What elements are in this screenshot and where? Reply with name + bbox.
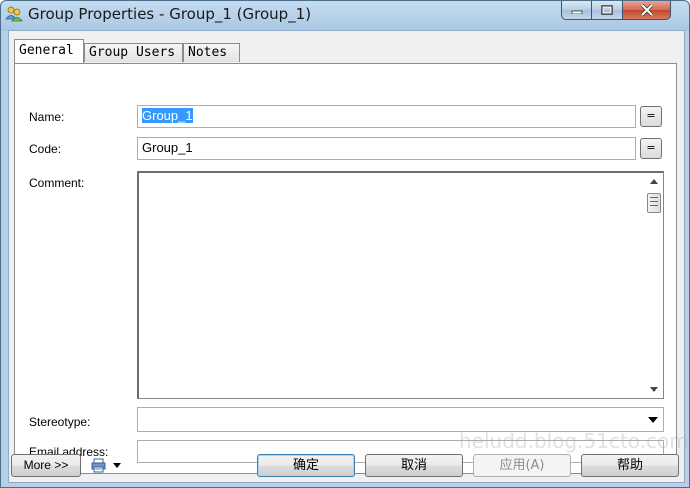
scroll-down-icon[interactable] — [650, 387, 658, 392]
code-label: Code: — [29, 142, 62, 156]
dropdown-arrow-icon[interactable] — [648, 417, 658, 423]
code-input[interactable]: Group_1 — [137, 137, 636, 160]
chevron-down-icon[interactable] — [113, 463, 121, 468]
minimize-button[interactable] — [561, 1, 592, 20]
tab-general[interactable]: General — [14, 39, 84, 63]
more-button[interactable]: More >> — [11, 454, 81, 477]
close-button[interactable] — [623, 1, 671, 20]
minimize-icon — [571, 10, 582, 14]
ok-button[interactable]: 确定 — [257, 454, 355, 477]
name-equals-button[interactable]: = — [640, 106, 662, 127]
dialog-client-area: General Group Users Notes Name: Group_1 … — [8, 30, 689, 483]
title-bar[interactable]: Group Properties - Group_1 (Group_1) — [1, 1, 689, 29]
print-icon[interactable] — [91, 458, 106, 473]
comment-textarea[interactable] — [137, 171, 664, 399]
tab-group-users[interactable]: Group Users — [84, 43, 183, 62]
scroll-up-icon[interactable] — [650, 179, 658, 184]
window-title: Group Properties - Group_1 (Group_1) — [28, 5, 312, 23]
maximize-icon — [601, 5, 613, 15]
general-tab-panel: Name: Group_1 = Code: Group_1 = Comment:… — [14, 63, 677, 474]
maximize-button[interactable] — [592, 1, 623, 20]
scroll-thumb[interactable] — [647, 193, 661, 213]
name-input-value: Group_1 — [142, 108, 193, 123]
apply-button[interactable]: 应用(A) — [473, 454, 571, 477]
name-input[interactable]: Group_1 — [137, 105, 636, 128]
tab-notes[interactable]: Notes — [183, 43, 240, 62]
stereotype-label: Stereotype: — [29, 415, 91, 429]
dialog-window: Group Properties - Group_1 (Group_1) Gen… — [0, 0, 690, 488]
group-icon — [5, 6, 23, 22]
help-button[interactable]: 帮助 — [581, 454, 679, 477]
cancel-button[interactable]: 取消 — [365, 454, 463, 477]
comment-scrollbar[interactable] — [646, 173, 663, 398]
code-equals-button[interactable]: = — [640, 138, 662, 159]
comment-label: Comment: — [29, 176, 85, 190]
close-icon — [640, 4, 653, 16]
name-label: Name: — [29, 110, 65, 124]
watermark: heludd.blog.51cto.com — [459, 429, 689, 453]
